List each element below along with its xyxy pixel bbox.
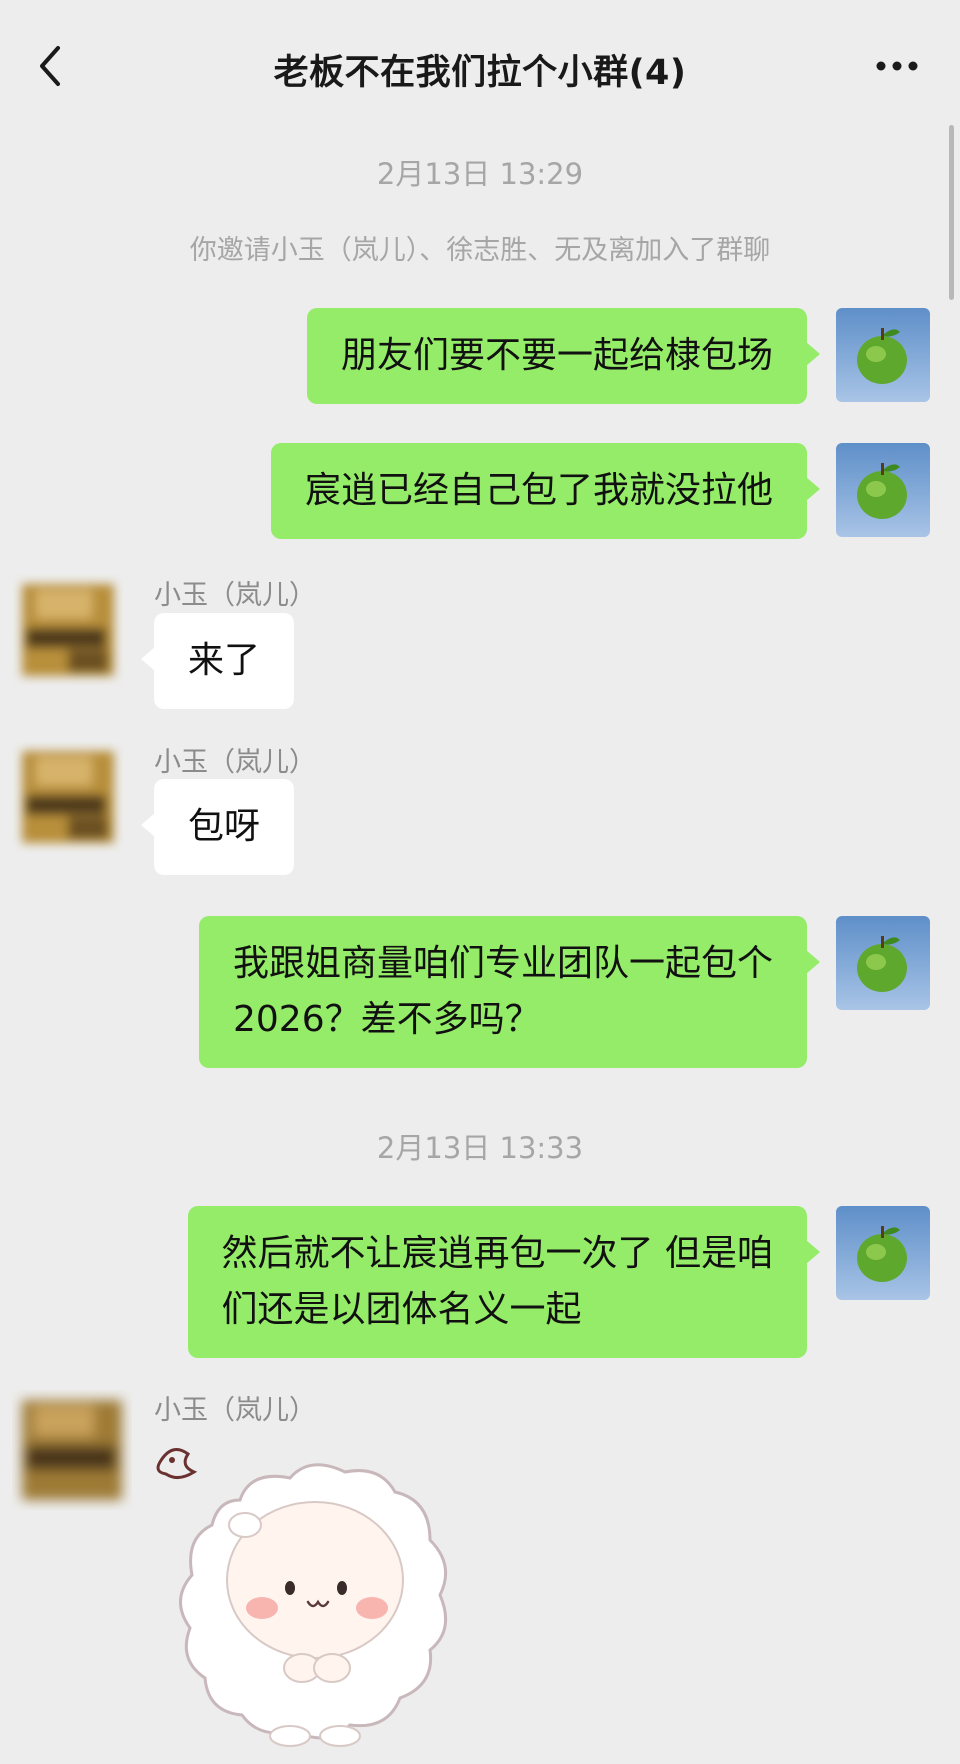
timestamp: 2月13日 13:33: [376, 1131, 584, 1165]
green-apple-avatar-icon: [857, 936, 907, 992]
green-apple-avatar-icon: [857, 1226, 907, 1282]
message-bubble-sent[interactable]: 我跟姐商量咱们专业团队一起包个 2026？差不多吗？: [198, 916, 821, 1068]
chat-header: 老板不在我们拉个小群(4): [0, 0, 960, 130]
green-apple-avatar-icon: [857, 328, 907, 384]
message-line: 我跟姐商量咱们专业团队一起包个: [232, 943, 773, 984]
message-bubble-received[interactable]: 包呀: [140, 779, 295, 875]
blurred-avatar-icon: [22, 751, 114, 843]
more-button[interactable]: [872, 46, 922, 86]
system-message: 你邀请小玉（岚儿）、徐志胜、无及离加入了群聊: [189, 235, 771, 266]
contact-avatar[interactable]: [8, 1386, 128, 1506]
contact-avatar[interactable]: [8, 570, 128, 690]
message-bubble-sent[interactable]: 宸逍已经自己包了我就没拉他: [270, 443, 821, 539]
sticker-message[interactable]: [150, 1430, 480, 1760]
blurred-avatar-icon: [22, 1400, 122, 1500]
my-avatar[interactable]: [836, 308, 930, 402]
more-dots-icon: [876, 61, 918, 71]
cute-sheep-sticker-icon: [156, 1448, 448, 1747]
contact-avatar[interactable]: [8, 737, 128, 857]
green-apple-avatar-icon: [857, 463, 907, 519]
my-avatar[interactable]: [836, 443, 930, 537]
message-line: 们还是以团体名义一起: [221, 1289, 582, 1330]
chat-title: 老板不在我们拉个小群(4): [273, 53, 687, 93]
blurred-avatar-icon: [22, 584, 114, 676]
my-avatar[interactable]: [836, 1206, 930, 1300]
message-line: 2026？差不多吗？: [232, 999, 541, 1040]
sender-name: 小玉（岚儿）: [154, 1395, 316, 1426]
sender-name: 小玉（岚儿）: [154, 747, 316, 778]
sender-name: 小玉（岚儿）: [154, 580, 316, 611]
timestamp: 2月13日 13:29: [376, 157, 584, 191]
message-bubble-received[interactable]: 来了: [140, 613, 295, 709]
message-bubble-sent[interactable]: 然后就不让宸逍再包一次了 但是咱 们还是以团体名义一起: [187, 1206, 821, 1358]
my-avatar[interactable]: [836, 916, 930, 1010]
message-line: 然后就不让宸逍再包一次了 但是咱: [221, 1233, 773, 1274]
message-bubble-sent[interactable]: 朋友们要不要一起给棣包场: [306, 308, 821, 404]
